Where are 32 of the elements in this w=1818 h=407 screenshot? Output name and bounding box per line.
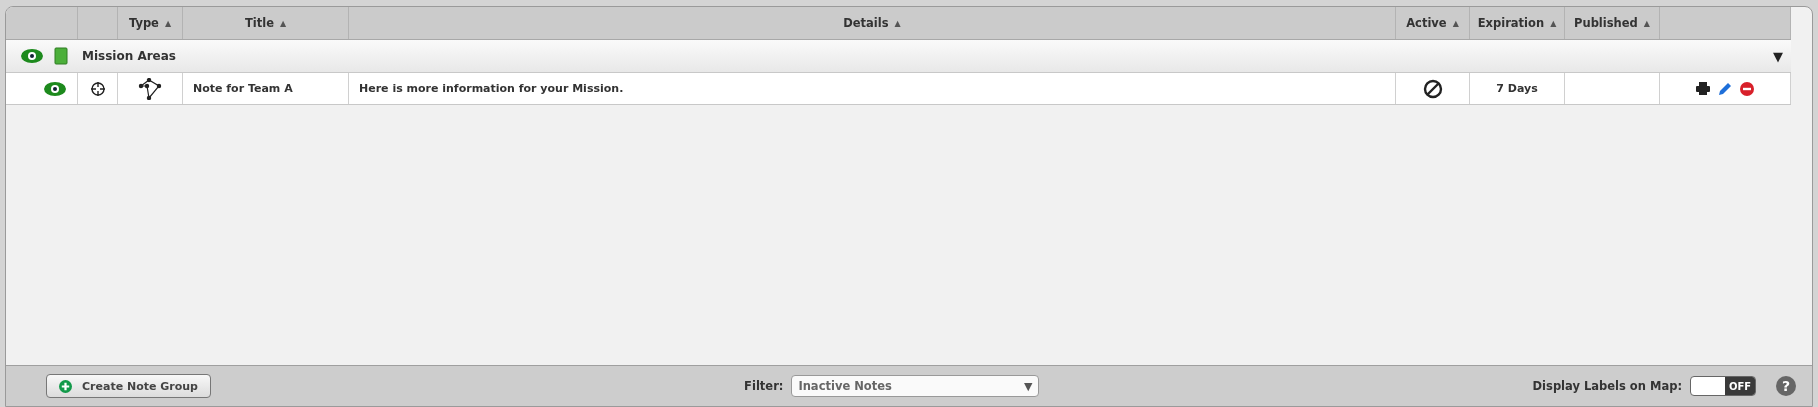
- eye-icon[interactable]: [20, 48, 44, 64]
- note-details: Here is more information for your Mission.: [359, 82, 624, 95]
- note-title: Note for Team A: [193, 82, 293, 95]
- filter-dropdown[interactable]: Inactive Notes ▼: [791, 375, 1040, 397]
- column-header[interactable]: Published ▲: [1565, 7, 1660, 39]
- display-labels-label: Display Labels on Map:: [1532, 379, 1682, 393]
- sort-arrow-icon[interactable]: ▲: [279, 18, 287, 28]
- remove-icon[interactable]: [1740, 81, 1754, 96]
- help-button[interactable]: ?: [1776, 376, 1796, 396]
- column-header[interactable]: Active ▲: [1396, 7, 1470, 39]
- crosshair-icon[interactable]: [89, 80, 106, 97]
- sort-arrow-icon[interactable]: ▲: [1643, 18, 1650, 28]
- prohibited-icon[interactable]: [1422, 78, 1443, 99]
- group-name: Mission Areas: [82, 49, 177, 63]
- column-header[interactable]: Expiration ▲: [1470, 7, 1565, 39]
- collapse-toggle[interactable]: ▼: [1773, 48, 1783, 64]
- notebook-icon: [54, 47, 68, 65]
- expiration: 7 Days: [1496, 82, 1538, 95]
- filter-label: Filter:: [744, 379, 784, 393]
- plus-icon: [59, 379, 72, 393]
- eye-icon[interactable]: [43, 80, 67, 97]
- sort-arrow-icon[interactable]: ▲: [894, 18, 901, 28]
- sort-arrow-icon[interactable]: ▲: [1550, 18, 1557, 28]
- create-note-group-button[interactable]: Create Note Group: [46, 374, 211, 398]
- column-header[interactable]: Details ▲: [349, 7, 1396, 39]
- column-header[interactable]: Title ▲: [183, 7, 349, 39]
- labels-toggle[interactable]: OFF: [1690, 376, 1756, 396]
- sort-arrow-icon[interactable]: ▲: [164, 18, 172, 28]
- column-header[interactable]: Type ▲: [118, 7, 183, 39]
- polygon-icon: [137, 77, 163, 100]
- pencil-icon[interactable]: [1718, 81, 1732, 96]
- sort-arrow-icon[interactable]: ▲: [1452, 18, 1459, 28]
